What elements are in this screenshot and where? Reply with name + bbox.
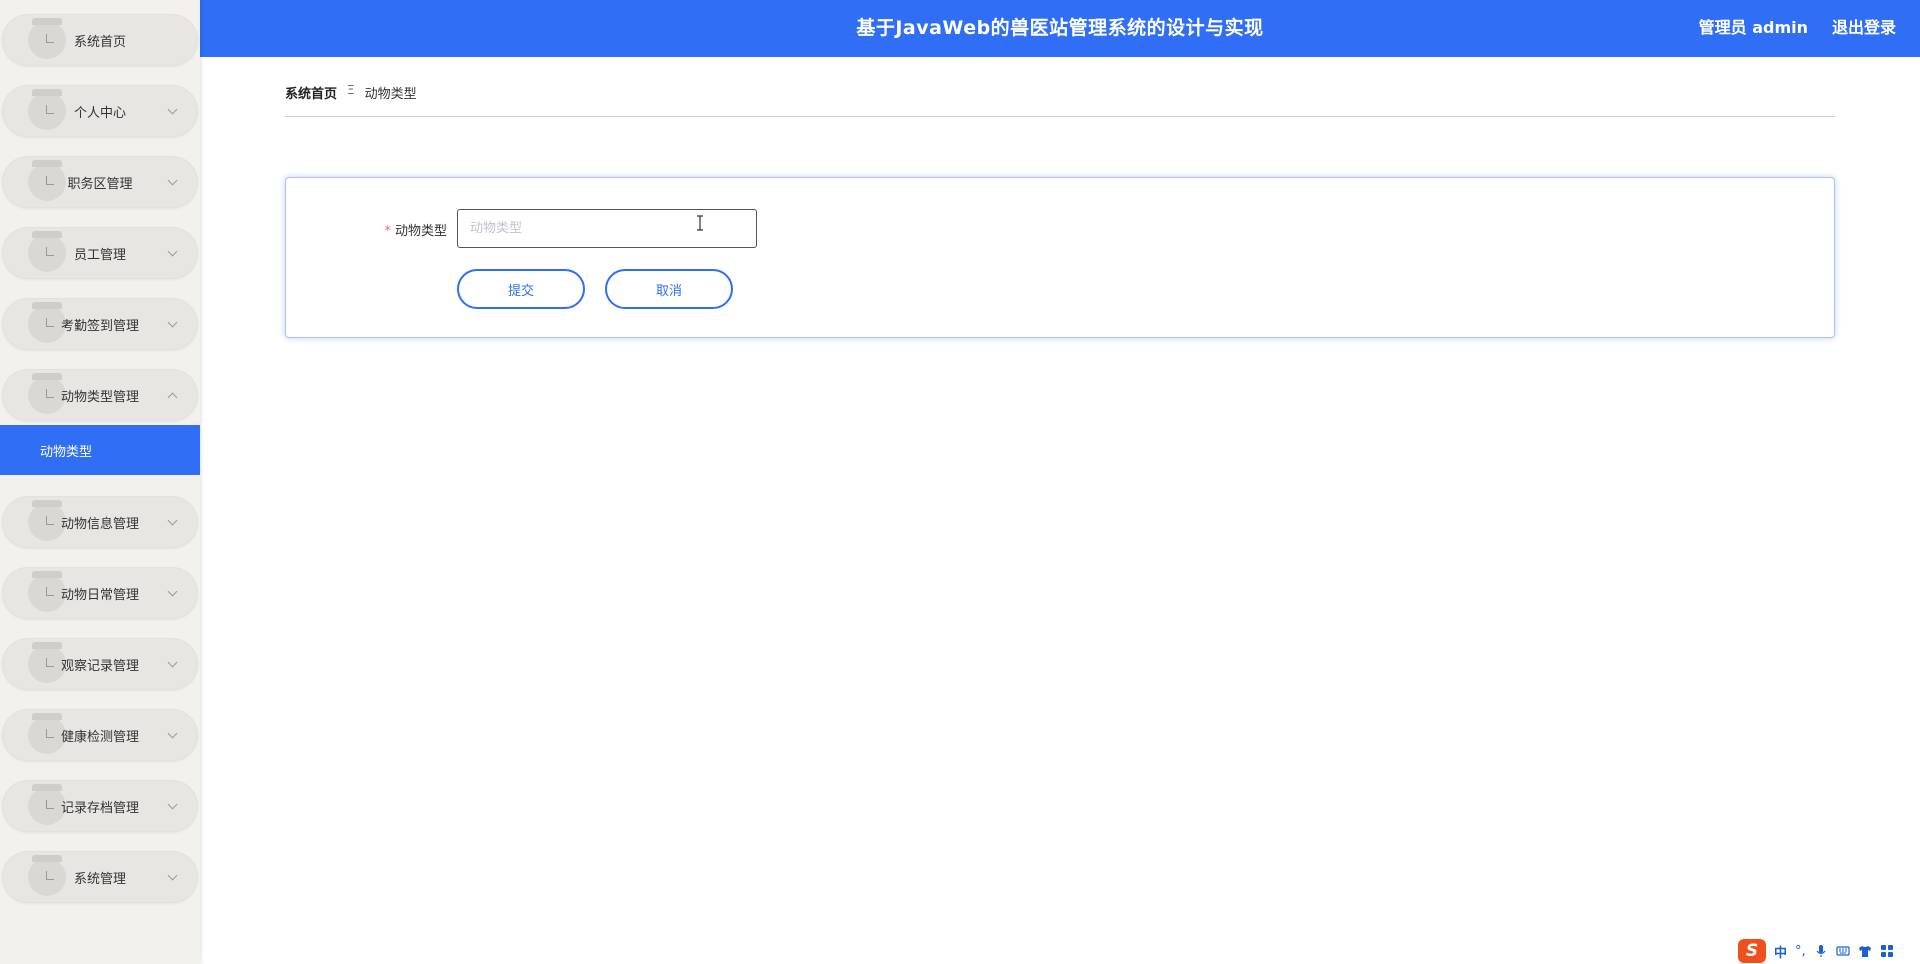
menu-lines-icon: Ξ xyxy=(347,83,355,97)
animal-type-label: * 动物类型 xyxy=(286,220,447,239)
ime-punctuation-toggle[interactable]: °, xyxy=(1795,944,1806,959)
chevron-down-icon xyxy=(167,104,178,115)
ime-language-toggle[interactable]: 中 xyxy=(1774,942,1787,961)
chevron-down-icon xyxy=(167,657,178,668)
sidebar-item-label: 动物日常管理 xyxy=(60,587,139,603)
cancel-button[interactable]: 取消 xyxy=(605,269,733,309)
sidebar: 系统首页 个人中心 职务区管理 员工管理 考勤签到管理 动物类型管理 动物类型 … xyxy=(0,0,200,964)
chevron-down-icon xyxy=(167,175,178,186)
sidebar-item-label: 个人中心 xyxy=(73,105,126,121)
sidebar-item-system-management[interactable]: 系统管理 xyxy=(2,851,198,903)
sidebar-item-label: 动物类型管理 xyxy=(60,389,139,405)
page-title: 基于JavaWeb的兽医站管理系统的设计与实现 xyxy=(856,17,1264,39)
sidebar-item-label: 动物信息管理 xyxy=(60,516,139,532)
sidebar-item-home[interactable]: 系统首页 xyxy=(2,14,198,66)
sogou-logo-icon[interactable]: S xyxy=(1738,939,1766,963)
sidebar-item-personal-center[interactable]: 个人中心 xyxy=(2,85,198,137)
chevron-down-icon xyxy=(167,246,178,257)
logout-link[interactable]: 退出登录 xyxy=(1832,0,1896,57)
sidebar-item-label: 系统首页 xyxy=(73,34,126,50)
text-cursor-icon xyxy=(697,215,703,231)
microphone-icon[interactable] xyxy=(1814,944,1828,958)
sidebar-item-label: 员工管理 xyxy=(73,247,126,263)
breadcrumb: 系统首页 Ξ 动物类型 xyxy=(285,83,1835,117)
sidebar-item-animal-type-management[interactable]: 动物类型管理 xyxy=(2,369,198,421)
chevron-down-icon xyxy=(167,317,178,328)
animal-type-label-text: 动物类型 xyxy=(394,224,447,239)
breadcrumb-home[interactable]: 系统首页 xyxy=(285,83,337,102)
breadcrumb-current: 动物类型 xyxy=(364,87,417,102)
top-header: 基于JavaWeb的兽医站管理系统的设计与实现 管理员 admin 退出登录 xyxy=(200,0,1920,57)
ime-toolbar: S 中 °, xyxy=(1738,938,1894,964)
sidebar-item-animal-info-management[interactable]: 动物信息管理 xyxy=(2,496,198,548)
sidebar-subitem-animal-type[interactable]: 动物类型 xyxy=(0,425,200,475)
chevron-down-icon xyxy=(167,515,178,526)
sidebar-item-position-management[interactable]: 职务区管理 xyxy=(2,156,198,208)
animal-type-input[interactable] xyxy=(457,209,757,248)
submit-button[interactable]: 提交 xyxy=(457,269,585,309)
chevron-down-icon xyxy=(167,586,178,597)
sidebar-item-label: 考勤签到管理 xyxy=(60,318,139,334)
required-mark: * xyxy=(384,224,391,239)
sidebar-subitem-label: 动物类型 xyxy=(40,444,93,460)
sidebar-item-health-check-management[interactable]: 健康检测管理 xyxy=(2,709,198,761)
sidebar-item-label: 系统管理 xyxy=(73,871,126,887)
sidebar-item-label: 健康检测管理 xyxy=(60,729,139,745)
folder-circle-icon xyxy=(28,18,66,59)
chevron-down-icon xyxy=(167,870,178,881)
shirt-icon[interactable] xyxy=(1858,944,1872,958)
folder-circle-icon xyxy=(28,231,66,272)
grid-icon[interactable] xyxy=(1880,944,1894,958)
sidebar-item-staff-management[interactable]: 员工管理 xyxy=(2,227,198,279)
folder-circle-icon xyxy=(28,89,66,130)
animal-type-form: *动物类型 提交 取消 xyxy=(285,177,1835,338)
sidebar-item-animal-daily-management[interactable]: 动物日常管理 xyxy=(2,567,198,619)
sidebar-item-label: 记录存档管理 xyxy=(60,800,139,816)
folder-circle-icon xyxy=(28,855,66,896)
folder-circle-icon xyxy=(28,160,66,201)
chevron-down-icon xyxy=(167,728,178,739)
current-user: 管理员 admin xyxy=(1698,18,1808,37)
chevron-down-icon xyxy=(167,799,178,810)
sidebar-item-label: 观察记录管理 xyxy=(60,658,139,674)
sidebar-item-observation-management[interactable]: 观察记录管理 xyxy=(2,638,198,690)
chevron-up-icon xyxy=(167,392,178,403)
sidebar-item-attendance-management[interactable]: 考勤签到管理 xyxy=(2,298,198,350)
sidebar-item-label: 职务区管理 xyxy=(67,176,133,192)
sidebar-item-archive-management[interactable]: 记录存档管理 xyxy=(2,780,198,832)
keyboard-icon[interactable] xyxy=(1836,944,1850,958)
